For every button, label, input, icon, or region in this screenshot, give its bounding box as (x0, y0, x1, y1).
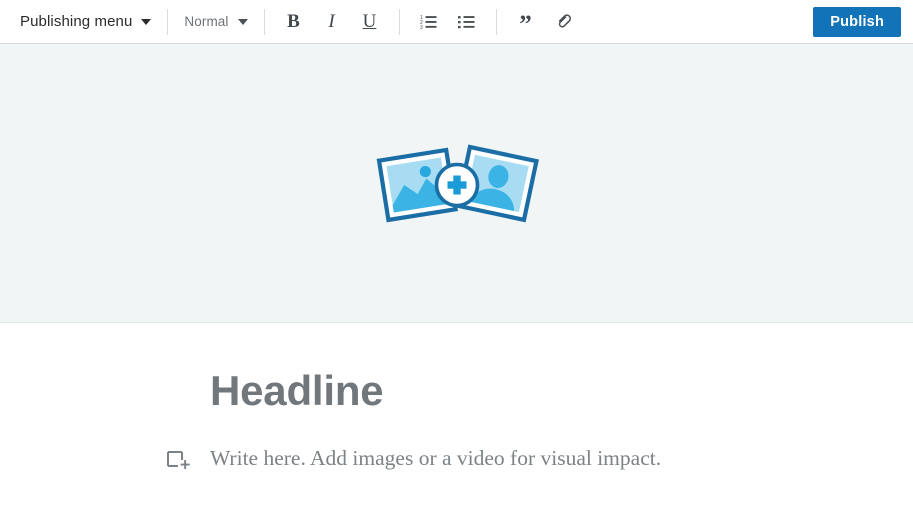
blockquote-button[interactable]: ” (511, 7, 541, 37)
underline-icon: U (362, 10, 377, 32)
list-group: 1 2 3 (414, 0, 482, 43)
unordered-list-button[interactable] (452, 7, 482, 37)
article-editor: Headline Write here. Add images or a vid… (0, 323, 913, 475)
link-button[interactable] (549, 7, 579, 37)
add-plus-badge (434, 162, 479, 208)
body-placeholder[interactable]: Write here. Add images or a video for vi… (210, 445, 661, 473)
headline-field[interactable]: Headline (0, 323, 913, 413)
chevron-down-icon (141, 18, 152, 25)
chevron-down-icon (237, 18, 248, 25)
toolbar-separator (398, 8, 400, 35)
ordered-list-button[interactable]: 1 2 3 (414, 7, 444, 37)
italic-icon: I (328, 10, 335, 32)
editor-toolbar: Publishing menu Normal B I U 1 2 3 ” Pub… (0, 0, 913, 44)
bold-button[interactable]: B (279, 7, 309, 37)
ordered-list-icon: 1 2 3 (420, 15, 437, 29)
italic-button[interactable]: I (317, 7, 347, 37)
add-block-icon (167, 451, 190, 470)
link-icon (558, 14, 571, 28)
body-block-row: Write here. Add images or a video for vi… (0, 413, 913, 474)
svg-text:3: 3 (420, 25, 423, 29)
toolbar-separator (263, 8, 265, 35)
bold-icon: B (287, 10, 300, 32)
publishing-menu-label: Publishing menu (20, 13, 133, 30)
text-style-dropdown[interactable]: Normal (182, 10, 249, 33)
toolbar-separator (495, 8, 497, 35)
toolbar-separator (167, 8, 169, 35)
insert-group: ” (511, 0, 579, 43)
add-photos-icon (376, 144, 539, 223)
unordered-list-icon (458, 16, 475, 29)
underline-button[interactable]: U (355, 7, 385, 37)
hero-media-dropzone[interactable] (0, 44, 913, 323)
publishing-menu-button[interactable]: Publishing menu (18, 9, 153, 34)
publish-button[interactable]: Publish (813, 6, 901, 37)
add-block-button[interactable] (166, 450, 190, 474)
text-style-label: Normal (184, 14, 229, 29)
text-format-group: B I U (279, 0, 385, 43)
